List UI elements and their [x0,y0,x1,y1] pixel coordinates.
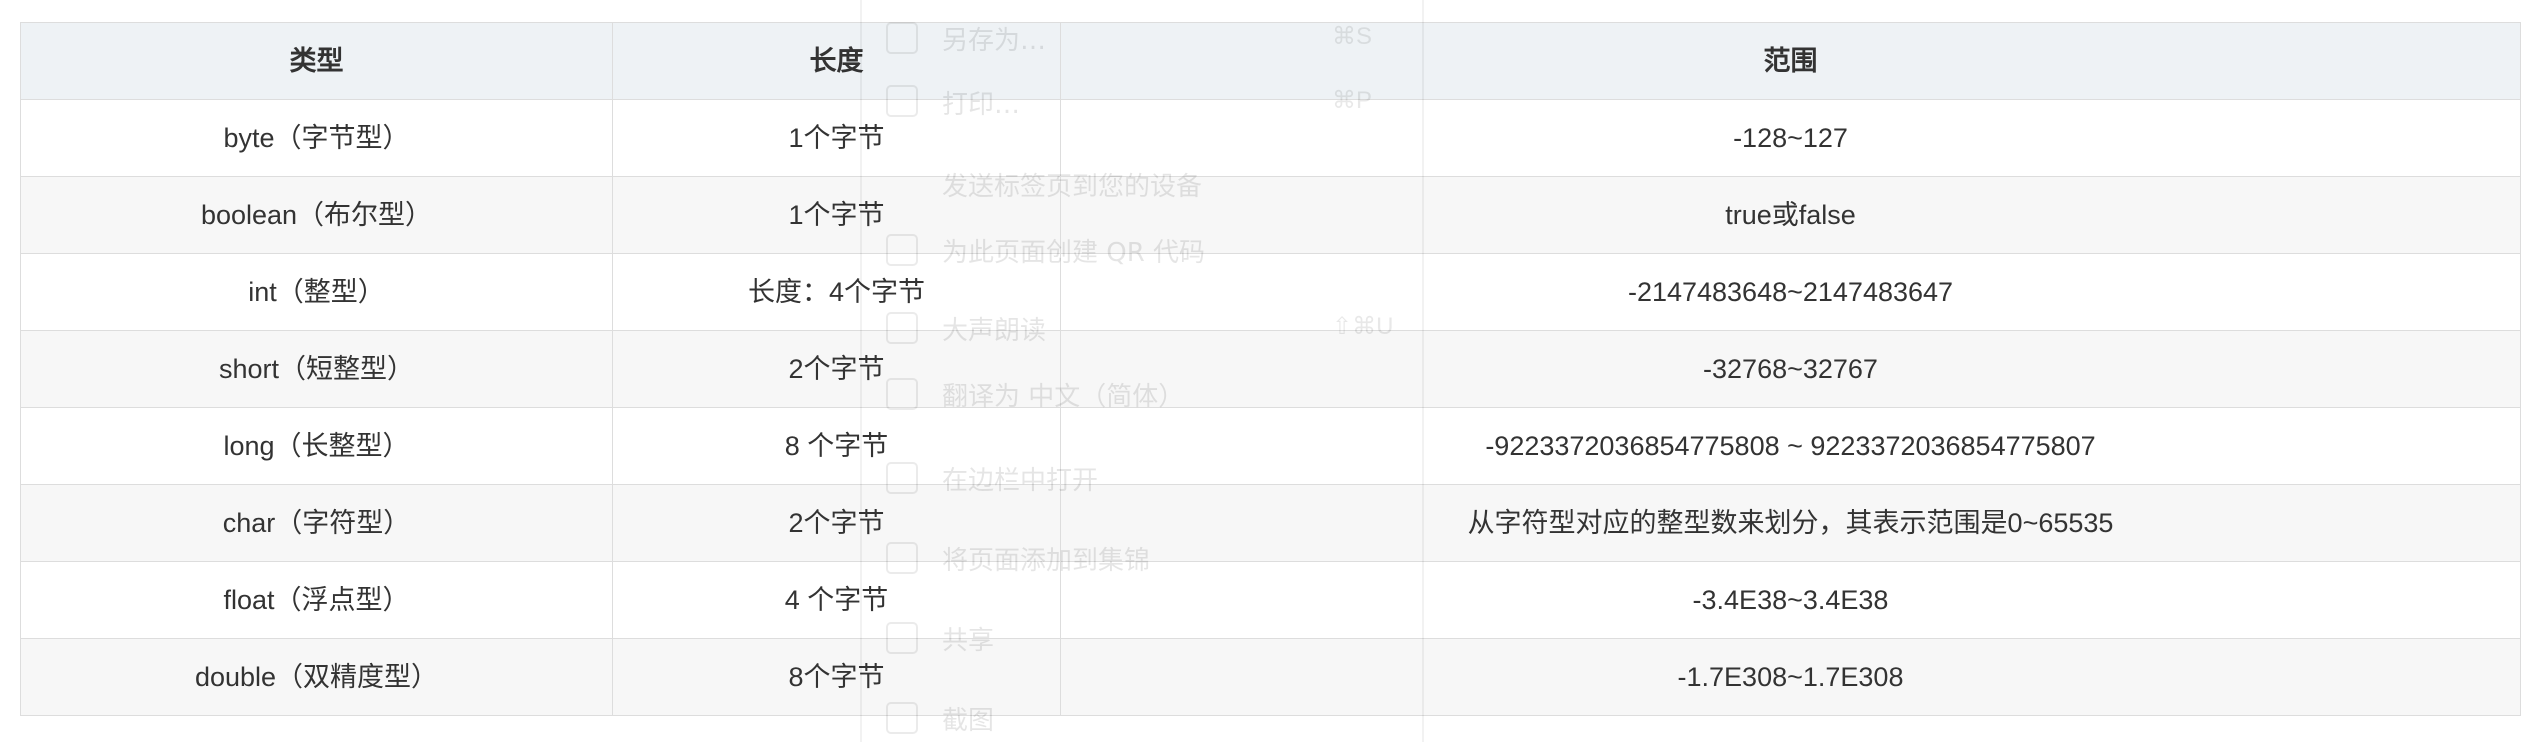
cell-range: true或false [1060,176,2521,254]
cell-length: 8个字节 [612,638,1061,716]
cell-length: 2个字节 [612,330,1061,408]
header-type: 类型 [20,22,613,100]
cell-length: 1个字节 [612,99,1061,177]
data-type-table: 类型 长度 范围 byte（字节型） 1个字节 -128~127 boolean… [20,22,2521,716]
cell-length: 1个字节 [612,176,1061,254]
table-row: float（浮点型） 4 个字节 -3.4E38~3.4E38 [20,561,2521,639]
data-type-table-container: 类型 长度 范围 byte（字节型） 1个字节 -128~127 boolean… [20,22,2521,716]
table-row: short（短整型） 2个字节 -32768~32767 [20,330,2521,408]
cell-range: -128~127 [1060,99,2521,177]
header-range: 范围 [1060,22,2521,100]
cell-length: 长度：4个字节 [612,253,1061,331]
table-row: long（长整型） 8 个字节 -9223372036854775808 ~ 9… [20,407,2521,485]
cell-type: float（浮点型） [20,561,613,639]
table-header-row: 类型 长度 范围 [20,22,2521,100]
cell-type: double（双精度型） [20,638,613,716]
cell-type: boolean（布尔型） [20,176,613,254]
table-row: int（整型） 长度：4个字节 -2147483648~2147483647 [20,253,2521,331]
cell-range: -9223372036854775808 ~ 92233720368547758… [1060,407,2521,485]
cell-type: int（整型） [20,253,613,331]
cell-length: 8 个字节 [612,407,1061,485]
cell-range: -1.7E308~1.7E308 [1060,638,2521,716]
cell-type: short（短整型） [20,330,613,408]
header-length: 长度 [612,22,1061,100]
cell-length: 2个字节 [612,484,1061,562]
cell-length: 4 个字节 [612,561,1061,639]
cell-range: -3.4E38~3.4E38 [1060,561,2521,639]
cell-type: char（字符型） [20,484,613,562]
cell-type: byte（字节型） [20,99,613,177]
cell-range: -32768~32767 [1060,330,2521,408]
cell-range: -2147483648~2147483647 [1060,253,2521,331]
table-row: char（字符型） 2个字节 从字符型对应的整型数来划分，其表示范围是0~655… [20,484,2521,562]
table-row: double（双精度型） 8个字节 -1.7E308~1.7E308 [20,638,2521,716]
table-row: boolean（布尔型） 1个字节 true或false [20,176,2521,254]
cell-type: long（长整型） [20,407,613,485]
table-row: byte（字节型） 1个字节 -128~127 [20,99,2521,177]
cell-range: 从字符型对应的整型数来划分，其表示范围是0~65535 [1060,484,2521,562]
